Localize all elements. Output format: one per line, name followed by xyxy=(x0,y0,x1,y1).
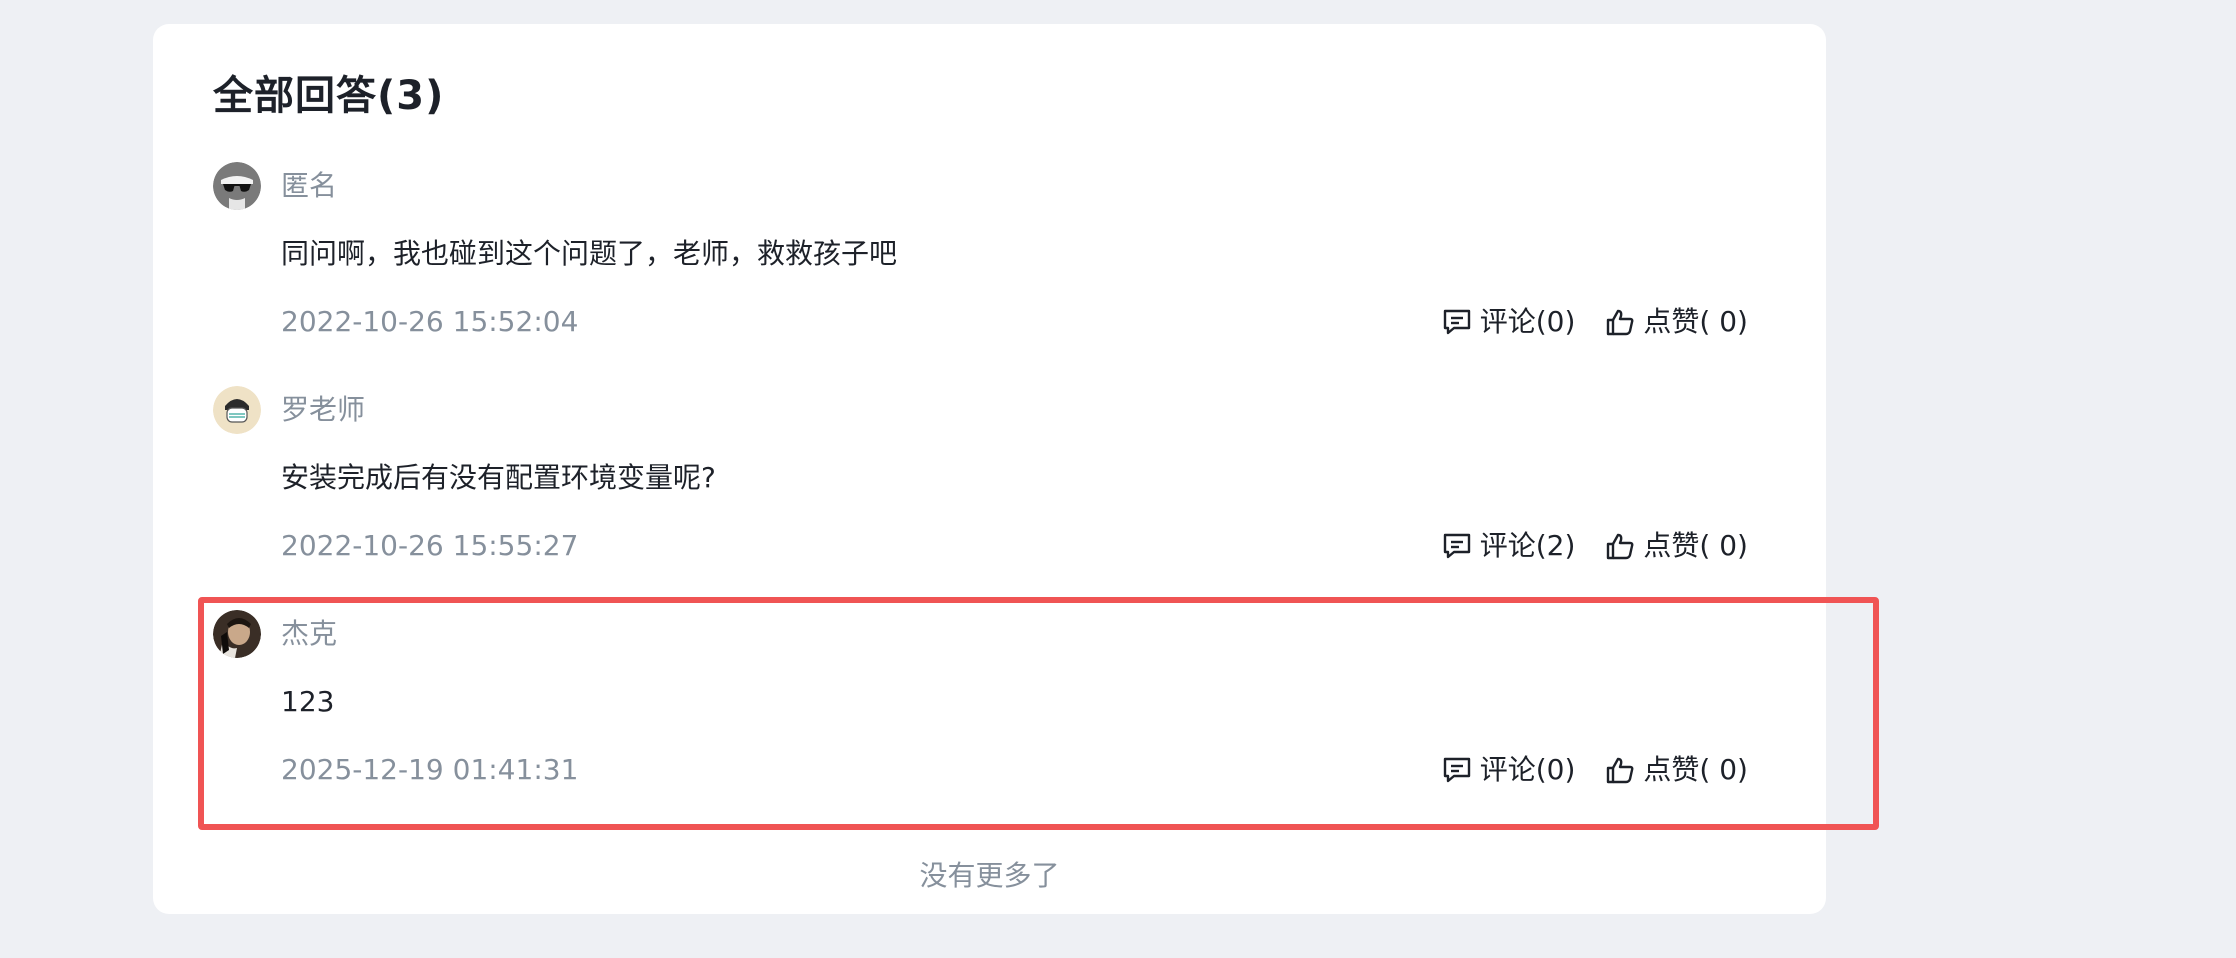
answer-content: 安装完成后有没有配置环境变量呢? xyxy=(281,461,716,494)
comment-icon xyxy=(1443,757,1470,783)
answer-item: 匿名 同问啊，我也碰到这个问题了，老师，救救孩子吧 2022-10-26 15:… xyxy=(153,162,1826,386)
answer-timestamp: 2022-10-26 15:55:27 xyxy=(281,529,579,562)
comment-button[interactable]: 评论(2) xyxy=(1442,528,1576,564)
comment-icon xyxy=(1443,309,1470,335)
like-button[interactable]: 点赞( 0) xyxy=(1605,528,1748,564)
comment-button[interactable]: 评论(0) xyxy=(1442,752,1576,788)
answers-card: 全部回答(3) 匿名 同问啊，我也碰到这个问题了，老师，救救孩子吧 2022-1… xyxy=(153,24,1826,914)
like-button[interactable]: 点赞( 0) xyxy=(1605,752,1748,788)
photo-avatar-icon[interactable] xyxy=(213,610,261,658)
answer-username[interactable]: 杰克 xyxy=(281,616,337,652)
comment-icon xyxy=(1443,533,1470,559)
answer-username[interactable]: 匿名 xyxy=(281,168,337,204)
like-label: 点赞( 0) xyxy=(1643,529,1748,562)
thumbs-up-icon xyxy=(1607,309,1634,336)
like-label: 点赞( 0) xyxy=(1643,753,1748,786)
answer-actions: 评论(0) 点赞( 0) xyxy=(1442,304,1748,340)
answer-item: 罗老师 安装完成后有没有配置环境变量呢? 2022-10-26 15:55:27… xyxy=(153,386,1826,610)
answer-content: 123 xyxy=(281,685,335,718)
comment-label: 评论(2) xyxy=(1479,529,1576,562)
no-more-text: 没有更多了 xyxy=(919,859,1060,892)
comment-label: 评论(0) xyxy=(1479,305,1576,338)
comment-label: 评论(0) xyxy=(1479,753,1576,786)
answer-username[interactable]: 罗老师 xyxy=(281,392,365,428)
thumbs-up-icon xyxy=(1607,533,1634,560)
answer-item: 杰克 123 2025-12-19 01:41:31 评论(0) 点赞( 0) xyxy=(153,610,1826,834)
answer-actions: 评论(0) 点赞( 0) xyxy=(1442,752,1748,788)
sunglasses-avatar-icon[interactable] xyxy=(213,162,261,210)
comment-button[interactable]: 评论(0) xyxy=(1442,304,1576,340)
thumbs-up-icon xyxy=(1607,757,1634,784)
answer-actions: 评论(2) 点赞( 0) xyxy=(1442,528,1748,564)
section-title: 全部回答(3) xyxy=(213,73,445,119)
answer-content: 同问啊，我也碰到这个问题了，老师，救救孩子吧 xyxy=(281,237,898,270)
cartoon-avatar-icon[interactable] xyxy=(213,386,261,434)
answer-timestamp: 2025-12-19 01:41:31 xyxy=(281,753,579,786)
answer-timestamp: 2022-10-26 15:52:04 xyxy=(281,305,579,338)
like-button[interactable]: 点赞( 0) xyxy=(1605,304,1748,340)
like-label: 点赞( 0) xyxy=(1643,305,1748,338)
